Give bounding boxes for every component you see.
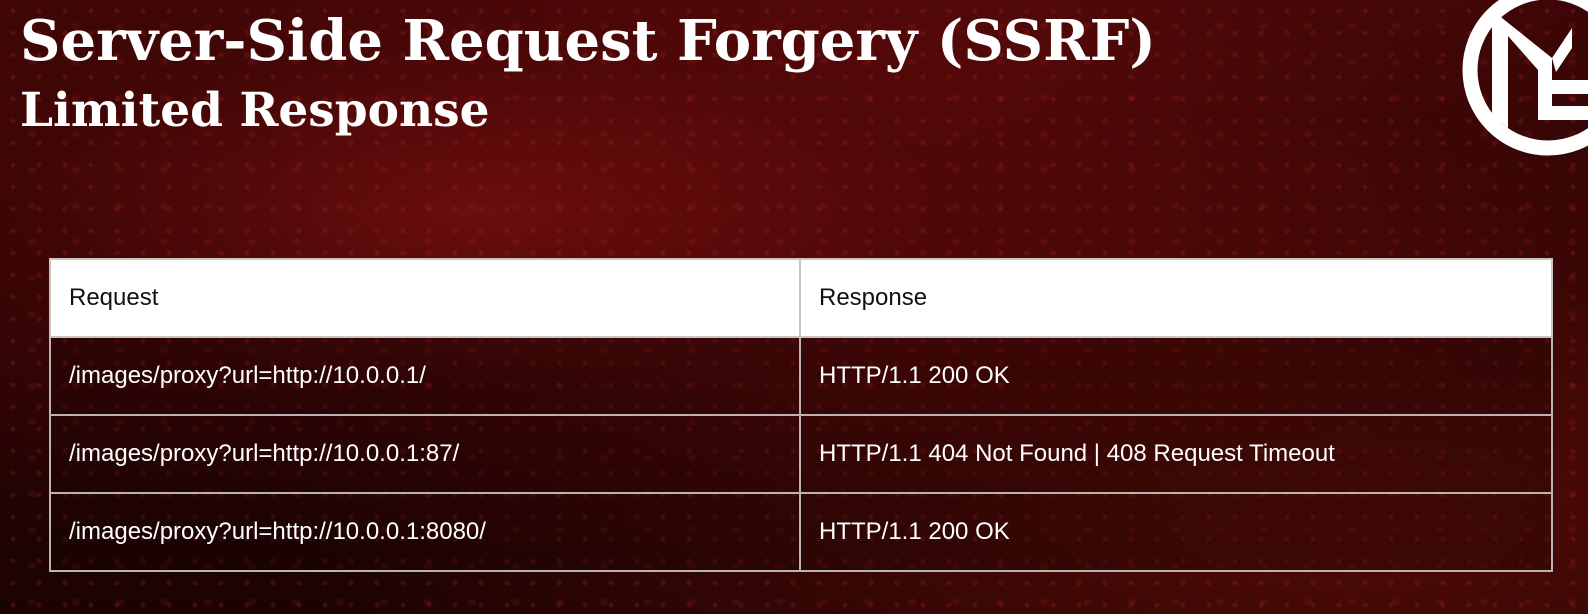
slide-title: Server-Side Request Forgery (SSRF) [20,8,1156,74]
slide-subtitle: Limited Response [20,83,490,138]
brand-monogram-logo [1448,0,1588,158]
table-row: /images/proxy?url=http://10.0.0.1:8080/ … [49,492,1553,572]
response-cell: HTTP/1.1 404 Not Found | 408 Request Tim… [799,414,1553,494]
table-row: /images/proxy?url=http://10.0.0.1/ HTTP/… [49,336,1553,416]
table-header-row: Request Response [49,258,1553,338]
request-cell: /images/proxy?url=http://10.0.0.1:8080/ [49,492,801,572]
request-cell: /images/proxy?url=http://10.0.0.1:87/ [49,414,801,494]
logo-graphic [1462,0,1588,156]
column-header-response: Response [799,258,1553,338]
response-cell: HTTP/1.1 200 OK [799,336,1553,416]
response-cell: HTTP/1.1 200 OK [799,492,1553,572]
table-row: /images/proxy?url=http://10.0.0.1:87/ HT… [49,414,1553,494]
ssrf-response-table: Request Response /images/proxy?url=http:… [49,258,1553,572]
request-response-table: Request Response /images/proxy?url=http:… [49,258,1553,572]
request-cell: /images/proxy?url=http://10.0.0.1/ [49,336,801,416]
column-header-request: Request [49,258,801,338]
